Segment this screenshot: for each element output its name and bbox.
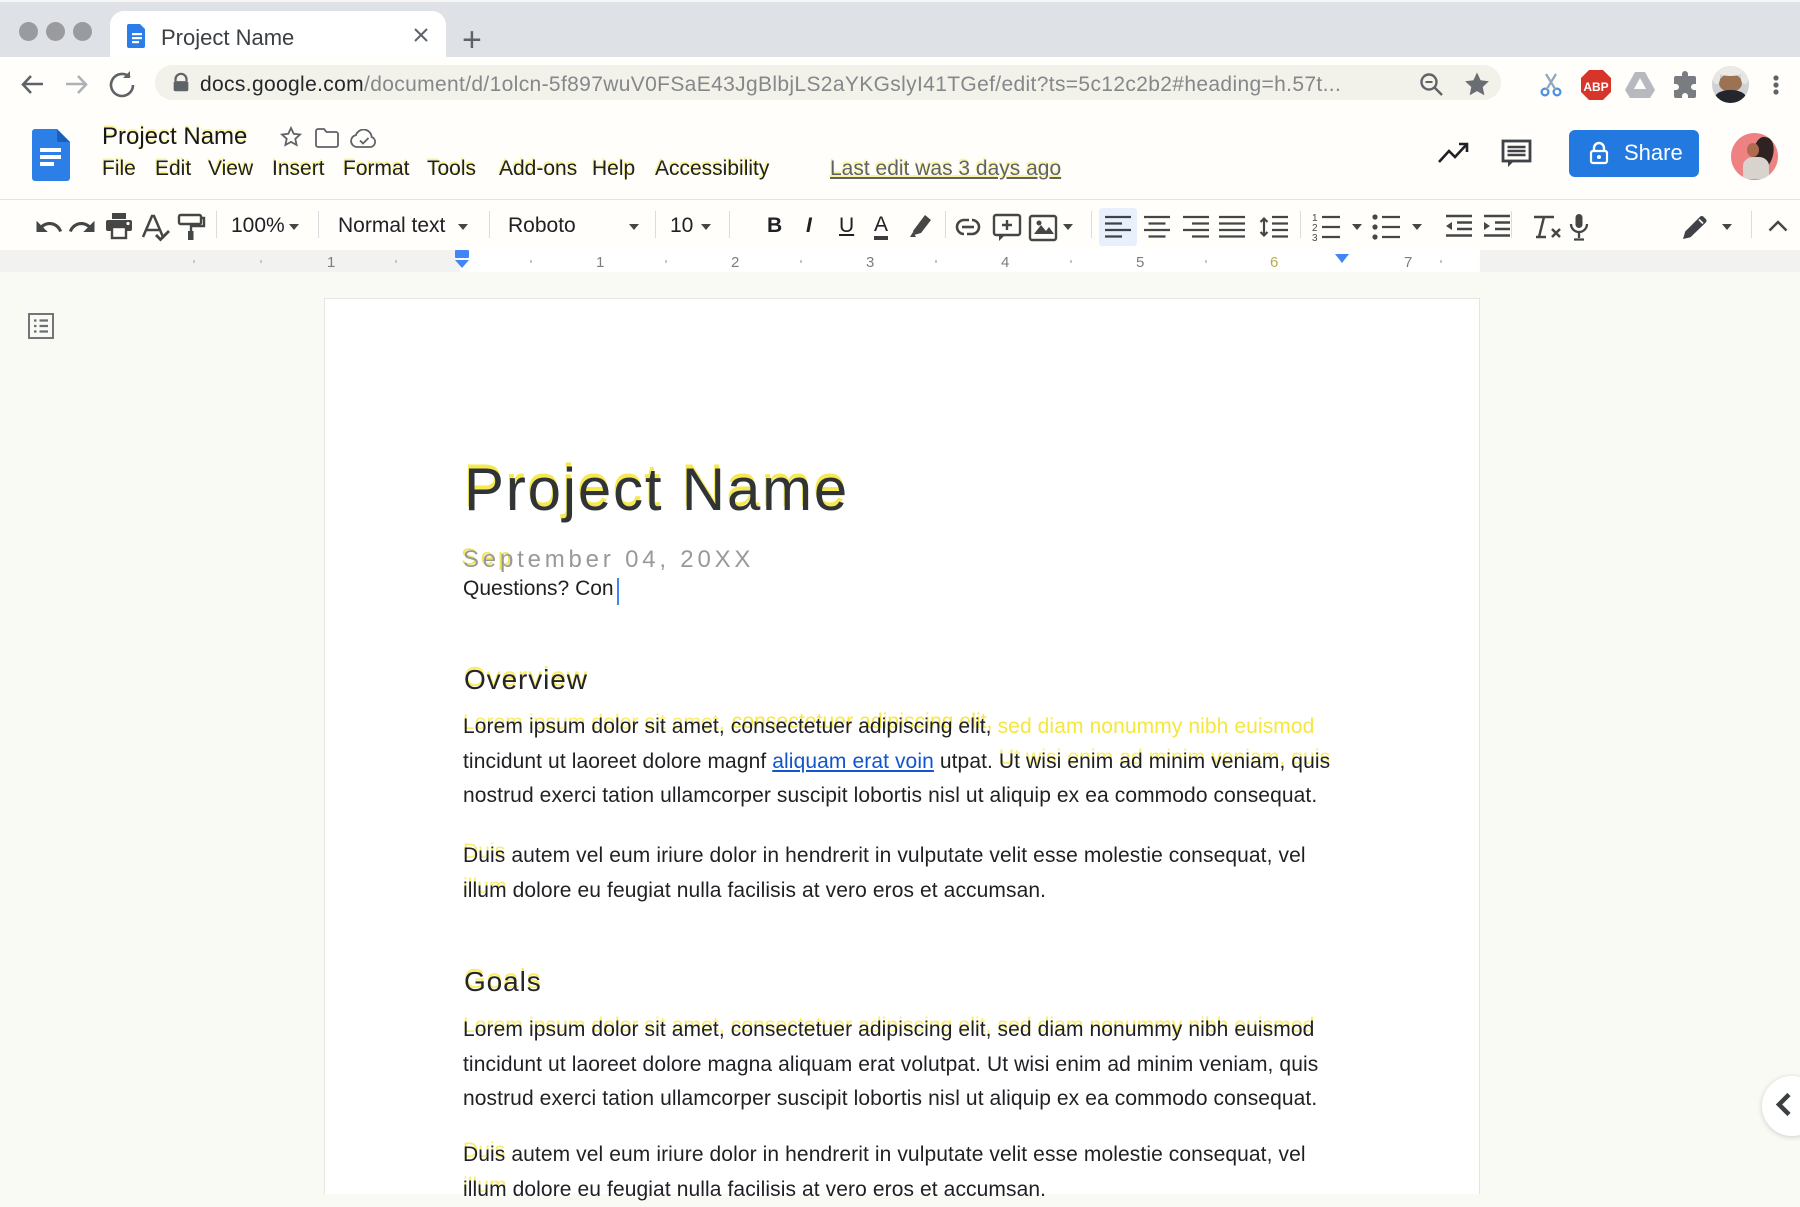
svg-text:3: 3 [1312, 233, 1318, 244]
svg-text:ABP: ABP [1583, 80, 1608, 94]
